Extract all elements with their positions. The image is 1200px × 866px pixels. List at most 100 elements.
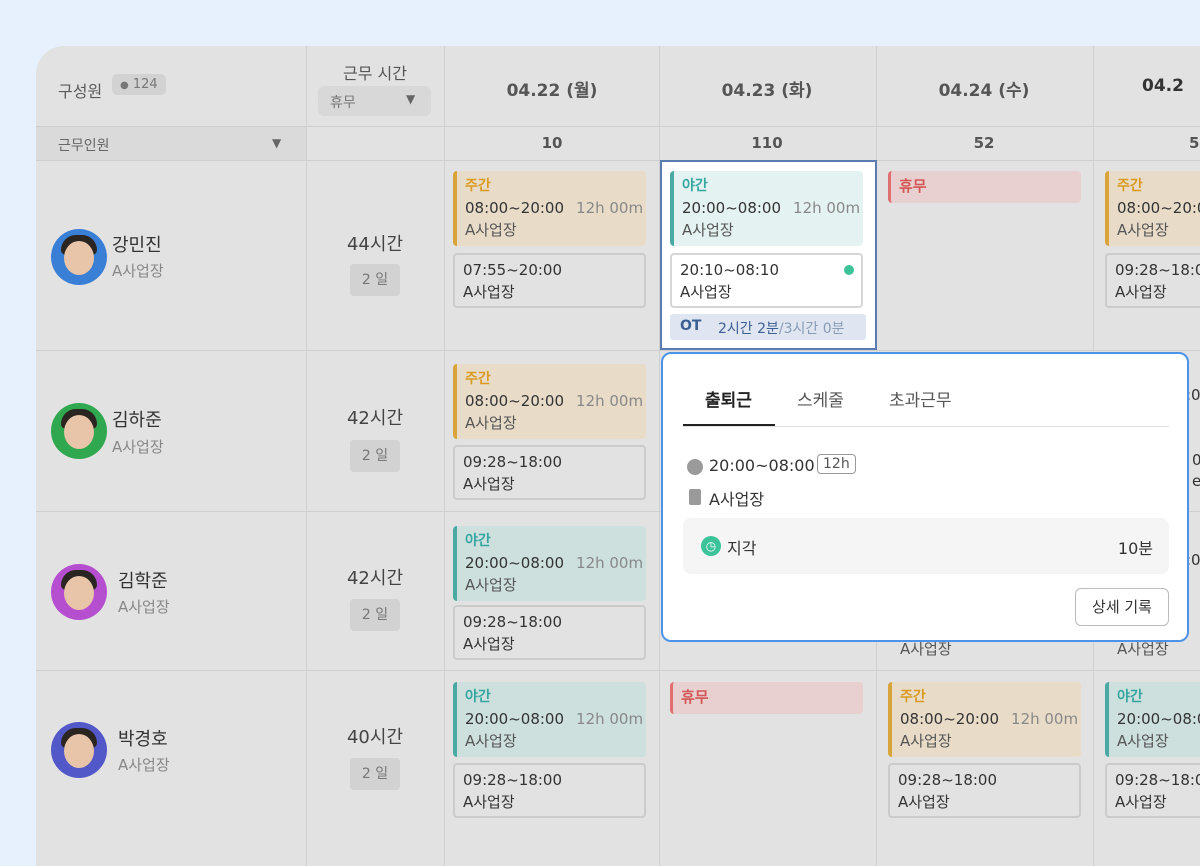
work-time-select[interactable]: 휴무 ▼ <box>318 86 431 116</box>
shift-card[interactable]: 야간 20:00~08:00 12h 00m A사업장 <box>453 682 646 757</box>
staff-count: 52 <box>973 134 995 152</box>
shift-location: A사업장 <box>682 221 734 239</box>
tab-overtime[interactable]: 초과근무 <box>889 386 952 411</box>
member-name[interactable]: 김하준 <box>112 406 162 432</box>
shift-type: 야간 <box>465 533 491 549</box>
shift-duration: 12h 00m <box>576 199 644 217</box>
attendance-record[interactable]: 09:28~18:0 A사업장 <box>1105 763 1200 818</box>
shift-card[interactable]: 주간 08:00~20:00 12h 00m A사업장 <box>453 171 646 246</box>
staff-filter-select[interactable]: 근무인원 ▼ <box>36 127 306 160</box>
shift-card[interactable]: 야간 20:00~08:00 A사업장 <box>1105 682 1200 757</box>
attendance-record[interactable]: 09:28~18:00 A사업장 <box>888 763 1081 818</box>
member-count: 124 <box>132 77 158 92</box>
date-header: 04.2 <box>1142 76 1184 96</box>
member-name[interactable]: 강민진 <box>112 231 162 257</box>
attendance-popup: 출퇴근 스케줄 초과근무 20:00~08:00 12h A사업장 ◷ 지각 1… <box>661 352 1189 642</box>
shift-type: 야간 <box>682 178 708 194</box>
staff-count: 10 <box>541 134 563 152</box>
member-name[interactable]: 박경호 <box>118 725 168 751</box>
member-org: A사업장 <box>112 262 164 280</box>
rest-card[interactable]: 휴무 <box>670 682 863 714</box>
record-location: A사업장 <box>463 283 515 301</box>
ot-total: /3시간 0분 <box>778 321 845 337</box>
shift-type: 주간 <box>465 178 491 194</box>
detail-record-button[interactable]: 상세 기록 <box>1075 588 1169 626</box>
attendance-record[interactable]: 09:28~18:00 A사업장 <box>453 763 646 818</box>
record-time: 09:28~18:00 <box>898 771 998 789</box>
ot-value: 2시간 2분/3시간 0분 <box>718 318 845 338</box>
shift-card[interactable]: 주간 08:00~20:00 12h 00m A사업장 <box>888 682 1081 757</box>
record-time: 07:55~20:00 <box>463 261 563 279</box>
shift-location: A사업장 <box>1117 221 1169 239</box>
tab-attendance[interactable]: 출퇴근 <box>705 386 752 411</box>
member-count-badge: ● 124 <box>112 74 166 95</box>
shift-time: 20:00~08:00 <box>465 554 565 572</box>
clock-icon <box>687 459 703 475</box>
shift-time: 20:00~08:00 <box>1117 710 1200 728</box>
divider <box>444 46 445 866</box>
shift-location: A사업장 <box>900 732 952 750</box>
record-time: 20:10~08:10 <box>680 261 780 279</box>
record-location: A사업장 <box>463 635 515 653</box>
shift-location: A사업장 <box>465 576 517 594</box>
record-location: A사업장 <box>680 283 732 301</box>
shift-time: 08:00~20:00 <box>465 392 565 410</box>
attendance-record[interactable]: 09:28~18:00 A사업장 <box>453 445 646 500</box>
member-hours: 40시간 <box>346 727 404 748</box>
shift-duration: 12h 00m <box>1011 710 1079 728</box>
member-name[interactable]: 김학준 <box>118 567 168 593</box>
member-days: 2 일 <box>350 264 400 296</box>
divider <box>36 160 1200 161</box>
staff-count: 110 <box>751 134 783 152</box>
shift-time: 20:00~08:00 <box>682 199 782 217</box>
avatar <box>51 564 107 620</box>
shift-time: 08:00~20:0 <box>1117 199 1200 217</box>
work-time-label: 근무 시간 <box>343 64 407 83</box>
avatar <box>51 403 107 459</box>
avatar <box>51 229 107 285</box>
tab-schedule[interactable]: 스케줄 <box>797 386 844 411</box>
attendance-record[interactable]: 09:28~18:00 A사업장 <box>453 605 646 660</box>
status-label: 지각 <box>727 539 757 558</box>
member-days: 2 일 <box>350 440 400 472</box>
shift-type: 주간 <box>900 689 926 705</box>
record-time: 09:28~18:00 <box>463 453 563 471</box>
members-label: 구성원 <box>58 82 103 101</box>
status-dot-icon <box>844 265 854 275</box>
staff-count: 5 <box>1189 134 1200 152</box>
attendance-record[interactable]: 20:10~08:10 A사업장 <box>670 253 863 308</box>
record-location: A사업장 <box>1115 793 1167 811</box>
shift-duration: 12h 00m <box>576 554 644 572</box>
shift-duration: 12h 00m <box>793 199 861 217</box>
shift-time: 08:00~20:00 <box>900 710 1000 728</box>
shift-duration: 12h 00m <box>576 392 644 410</box>
divider <box>36 350 1200 351</box>
shift-card[interactable]: 야간 20:00~08:00 12h 00m A사업장 <box>453 526 646 601</box>
clock-status-icon: ◷ <box>701 536 721 556</box>
attendance-record[interactable]: 09:28~18:0 A사업장 <box>1105 253 1200 308</box>
status-value: 10분 <box>1117 539 1153 558</box>
member-hours: 42시간 <box>346 408 404 429</box>
rest-card[interactable]: 휴무 <box>888 171 1081 203</box>
work-time-select-value: 휴무 <box>330 95 356 111</box>
staff-filter-value: 근무인원 <box>58 138 110 154</box>
shift-card[interactable]: 주간 08:00~20:00 12h 00m A사업장 <box>453 364 646 439</box>
record-location: A사업장 <box>463 475 515 493</box>
shift-type: 주간 <box>1117 178 1143 194</box>
clipped-text: e <box>1192 472 1200 490</box>
clipped-text: 0 <box>1192 451 1200 469</box>
avatar <box>51 722 107 778</box>
attendance-record[interactable]: 07:55~20:00 A사업장 <box>453 253 646 308</box>
divider <box>36 670 1200 671</box>
record-time: 09:28~18:0 <box>1115 771 1200 789</box>
record-location: A사업장 <box>1115 283 1167 301</box>
status-row: ◷ 지각 10분 <box>683 518 1169 574</box>
overtime-bar: OT 2시간 2분/3시간 0분 <box>670 314 866 340</box>
shift-card[interactable]: 주간 08:00~20:0 A사업장 <box>1105 171 1200 246</box>
shift-type: 야간 <box>1117 689 1143 705</box>
shift-card[interactable]: 야간 20:00~08:00 12h 00m A사업장 <box>670 171 863 246</box>
divider <box>683 426 1169 427</box>
date-header: 04.22 (월) <box>506 81 598 101</box>
time-badge: 12h <box>817 454 856 474</box>
member-hours: 42시간 <box>346 568 404 589</box>
